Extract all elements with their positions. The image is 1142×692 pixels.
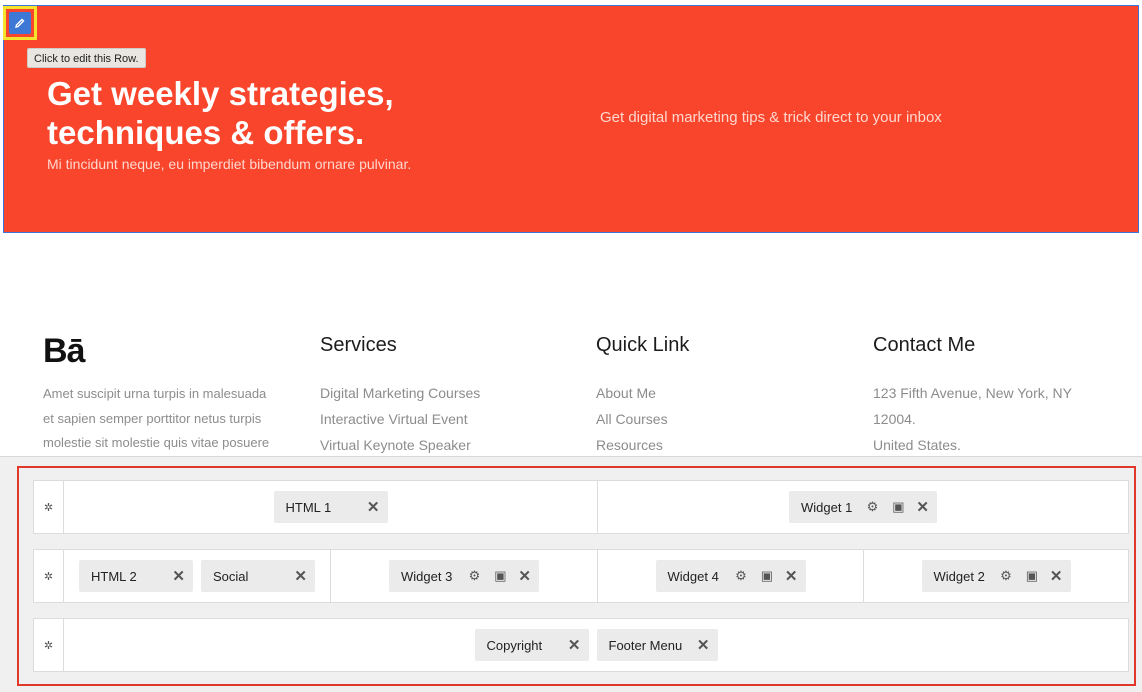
builder-column: HTML 2 ✕ Social ✕ [64,550,331,602]
close-icon[interactable]: ✕ [697,636,710,654]
close-icon[interactable]: ✕ [916,498,929,516]
services-link[interactable]: Interactive Virtual Event [320,406,480,432]
hero-title: Get weekly strategies, techniques & offe… [47,75,394,151]
gear-icon[interactable]: ⚙ [466,568,482,584]
builder-column: Widget 1 ⚙ ▣ ✕ [598,481,1128,533]
footer-menu-item[interactable]: Footer Menu ✕ [596,629,718,661]
widget2-item[interactable]: Widget 2 ⚙ ▣ ✕ [921,560,1071,592]
close-icon[interactable]: ✕ [1050,567,1063,585]
builder-column: Widget 2 ⚙ ▣ ✕ [864,550,1128,602]
layout-icon[interactable]: ▣ [890,499,906,515]
builder-row-bottom: ✲ Copyright ✕ Footer Menu ✕ [33,618,1129,672]
builder-column: Widget 3 ⚙ ▣ ✕ [331,550,598,602]
services-heading: Services [320,334,397,356]
item-label: Widget 1 [801,499,853,515]
edit-row-tooltip: Click to edit this Row. [27,48,146,68]
close-icon[interactable]: ✕ [568,636,581,654]
layout-icon[interactable]: ▣ [759,568,775,584]
quick-link-list: About Me All Courses Resources [596,380,668,458]
item-label: HTML 1 [285,499,332,515]
builder-row-top: ✲ HTML 1 ✕ Widget 1 ⚙ ▣ ✕ [33,480,1129,534]
services-link[interactable]: Digital Marketing Courses [320,380,480,406]
html2-item[interactable]: HTML 2 ✕ [79,560,193,592]
layout-icon[interactable]: ▣ [1024,568,1040,584]
gear-icon[interactable]: ⚙ [733,568,749,584]
item-label: Widget 2 [933,568,985,584]
builder-column: Widget 4 ⚙ ▣ ✕ [598,550,864,602]
contact-heading: Contact Me [873,334,976,356]
close-icon[interactable]: ✕ [785,567,798,585]
services-link[interactable]: Virtual Keynote Speaker [320,432,480,458]
quick-link[interactable]: About Me [596,380,668,406]
item-label: Footer Menu [608,637,683,653]
contact-line: United States. [873,437,961,453]
social-item[interactable]: Social ✕ [201,560,315,592]
newsletter-row: Get weekly strategies, techniques & offe… [3,5,1139,233]
item-label: Copyright [486,637,543,653]
item-label: Widget 3 [401,568,453,584]
quick-link[interactable]: Resources [596,432,668,458]
contact-line: 123 Fifth Avenue, New York, NY [873,385,1072,401]
edit-row-button[interactable] [3,6,37,40]
layout-icon[interactable]: ▣ [492,568,508,584]
quick-link[interactable]: All Courses [596,406,668,432]
pencil-icon [9,12,31,34]
gear-icon[interactable]: ⚙ [998,568,1014,584]
contact-line: 12004. [873,411,916,427]
row-settings-gear-icon[interactable]: ✲ [34,481,64,533]
close-icon[interactable]: ✕ [367,498,380,516]
builder-column: Copyright ✕ Footer Menu ✕ [64,619,1128,671]
row-settings-gear-icon[interactable]: ✲ [34,619,64,671]
close-icon[interactable]: ✕ [172,567,185,585]
close-icon[interactable]: ✕ [518,567,531,585]
logo: Bā [43,332,85,370]
widget3-item[interactable]: Widget 3 ⚙ ▣ ✕ [389,560,539,592]
hero-subtitle: Mi tincidunt neque, eu imperdiet bibendu… [47,156,412,172]
item-label: Social [213,568,249,584]
quick-link-heading: Quick Link [596,334,690,356]
services-list: Digital Marketing Courses Interactive Vi… [320,380,480,458]
item-label: HTML 2 [91,568,137,584]
close-icon[interactable]: ✕ [294,567,307,585]
widget4-item[interactable]: Widget 4 ⚙ ▣ ✕ [655,560,806,592]
item-label: Widget 4 [667,568,719,584]
builder-row-main: ✲ HTML 2 ✕ Social ✕ Widget 3 ⚙ ▣ ✕ Widge… [33,549,1129,603]
contact-info: 123 Fifth Avenue, New York, NY 12004. Un… [873,380,1072,458]
copyright-item[interactable]: Copyright ✕ [474,629,589,661]
widget1-item[interactable]: Widget 1 ⚙ ▣ ✕ [789,491,937,523]
hero-tagline: Get digital marketing tips & trick direc… [600,109,942,126]
builder-column: HTML 1 ✕ [64,481,598,533]
row-settings-gear-icon[interactable]: ✲ [34,550,64,602]
gear-icon[interactable]: ⚙ [864,499,880,515]
html1-item[interactable]: HTML 1 ✕ [273,491,388,523]
about-text: Amet suscipit urna turpis in malesuada e… [43,386,270,450]
